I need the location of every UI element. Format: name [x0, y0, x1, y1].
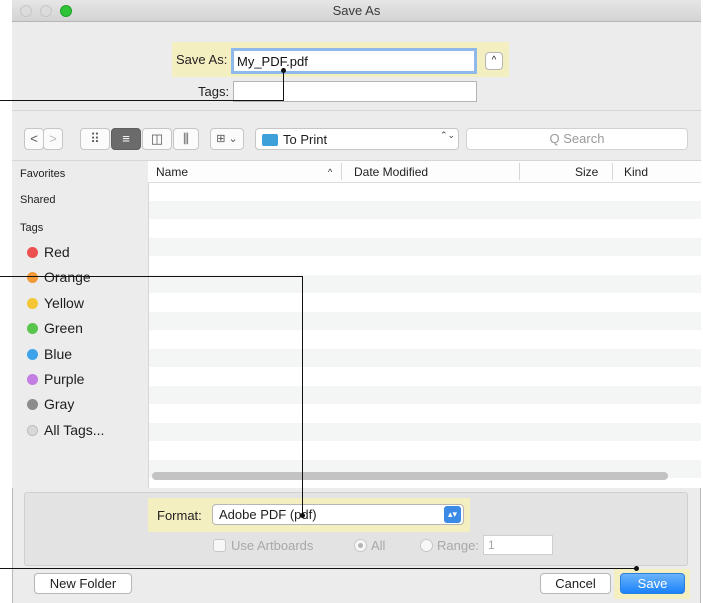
all-radio[interactable]: [354, 539, 367, 552]
folder-icon: [262, 134, 278, 146]
empty-row-stripe: [149, 423, 701, 441]
save-as-label: Save As:: [176, 52, 228, 67]
column-date-modified[interactable]: Date Modified: [354, 165, 428, 179]
empty-row-stripe: [149, 349, 701, 367]
range-field[interactable]: 1: [483, 535, 553, 555]
sidebar-tag-gray[interactable]: Gray: [44, 396, 74, 412]
popup-arrows-icon: ▴▾: [444, 506, 461, 523]
forward-button[interactable]: >: [43, 128, 63, 150]
location-label: To Print: [283, 132, 328, 147]
sidebar-tag-red[interactable]: Red: [44, 244, 70, 260]
format-popup[interactable]: Adobe PDF (pdf): [212, 504, 464, 525]
format-label: Format:: [157, 508, 202, 523]
callout-pin-format: [300, 513, 305, 518]
arrange-button[interactable]: ⊞ ⌄: [210, 128, 244, 150]
sidebar-tag-green[interactable]: Green: [44, 320, 83, 336]
column-separator: [612, 163, 613, 180]
sidebar-tag-all-tags[interactable]: All Tags...: [44, 422, 104, 438]
column-separator: [519, 163, 520, 180]
blue-tag-dot-icon: [27, 348, 38, 360]
column-kind[interactable]: Kind: [624, 165, 648, 179]
filename-field[interactable]: My_PDF.pdf: [231, 48, 477, 74]
callout-line-save: [0, 568, 637, 569]
icon-view-button[interactable]: ⠿: [80, 128, 110, 150]
horizontal-scrollbar[interactable]: [152, 472, 668, 480]
use-artboards-label: Use Artboards: [231, 538, 314, 553]
expand-dialog-button[interactable]: ^: [485, 52, 503, 70]
yellow-tag-dot-icon: [27, 297, 38, 309]
empty-row-stripe: [149, 275, 701, 293]
sidebar-shared[interactable]: Shared: [20, 194, 55, 206]
save-button[interactable]: Save: [620, 573, 685, 594]
use-artboards-checkbox[interactable]: [213, 539, 226, 552]
range-radio[interactable]: [420, 539, 433, 552]
new-folder-button[interactable]: New Folder: [34, 573, 132, 594]
callout-line-filename: [283, 70, 284, 101]
window-title: Save As: [332, 3, 381, 18]
sidebar-tag-yellow[interactable]: Yellow: [44, 295, 84, 311]
tags-label: Tags:: [198, 84, 230, 99]
location-arrows-icon: ⌃⌄: [440, 130, 456, 140]
sidebar-favorites[interactable]: Favorites: [20, 168, 65, 180]
empty-row-stripe: [149, 201, 701, 219]
sort-ascending-icon: ^: [328, 167, 333, 177]
coverflow-view-button[interactable]: ⫼: [173, 128, 199, 150]
search-input[interactable]: Q Search: [466, 128, 688, 150]
callout-line-format: [0, 276, 302, 277]
column-view-button[interactable]: ◫: [142, 128, 172, 150]
callout-line-format: [302, 276, 303, 516]
empty-row-stripe: [149, 312, 701, 330]
sidebar-tag-purple[interactable]: Purple: [44, 371, 84, 387]
callout-line-filename: [0, 100, 283, 101]
column-name[interactable]: Name: [156, 165, 188, 179]
empty-row-stripe: [149, 238, 701, 256]
all-radio-label: All: [371, 538, 386, 553]
range-radio-label: Range:: [437, 538, 479, 553]
red-tag-dot-icon: [27, 247, 38, 258]
all-tags-tag-dot-icon: [27, 424, 38, 436]
callout-pin-save: [634, 566, 639, 571]
empty-row-stripe: [149, 386, 701, 404]
callout-pin-filename: [281, 68, 286, 73]
back-button[interactable]: <: [24, 128, 44, 150]
sidebar-tags-header: Tags: [20, 222, 44, 234]
column-separator: [341, 163, 342, 180]
sidebar-tag-orange[interactable]: Orange: [44, 269, 91, 285]
column-size[interactable]: Size: [575, 165, 598, 179]
sidebar-tag-blue[interactable]: Blue: [44, 346, 72, 362]
purple-tag-dot-icon: [27, 374, 38, 385]
list-view-button[interactable]: ≡: [111, 128, 141, 150]
cancel-button[interactable]: Cancel: [540, 573, 611, 594]
tags-field[interactable]: [233, 81, 477, 102]
